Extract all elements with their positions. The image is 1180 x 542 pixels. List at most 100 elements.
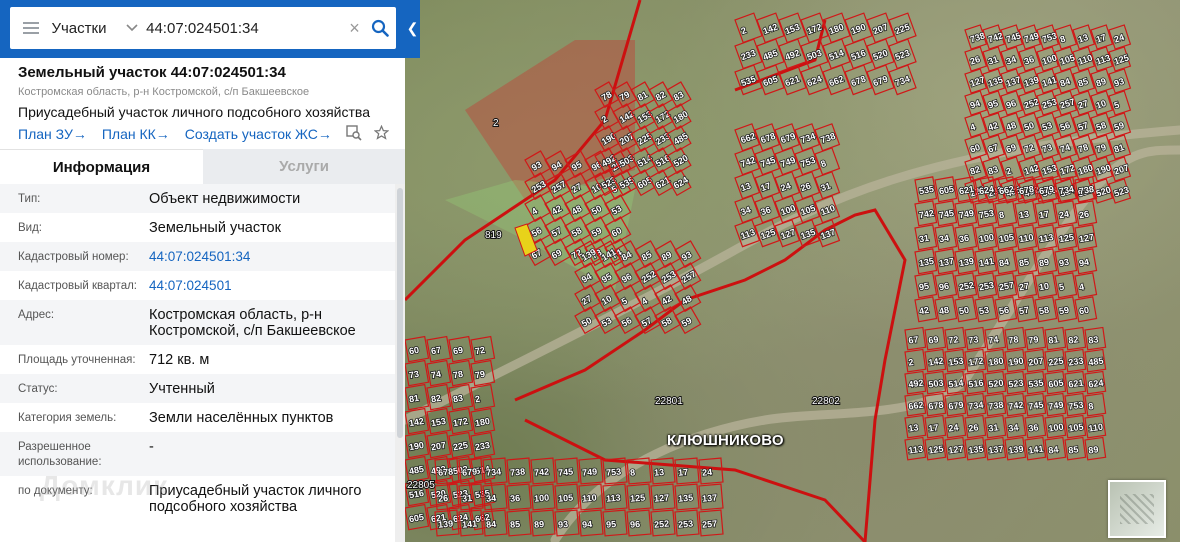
land-parcel[interactable]: 89 xyxy=(1084,436,1107,461)
land-parcel[interactable]: 734 xyxy=(964,392,987,417)
land-parcel[interactable]: 105 xyxy=(1064,414,1087,439)
land-parcel[interactable]: 125 xyxy=(924,436,947,461)
land-parcel[interactable]: 679 xyxy=(866,64,895,96)
land-parcel[interactable]: 257 xyxy=(698,509,724,537)
land-parcel[interactable]: 753 xyxy=(794,147,821,176)
land-parcel[interactable]: 34 xyxy=(934,224,958,251)
land-parcel[interactable]: 4 xyxy=(964,112,988,138)
land-parcel[interactable]: 89 xyxy=(1090,68,1114,94)
land-parcel[interactable]: 678 xyxy=(754,123,781,152)
land-parcel[interactable]: 8 xyxy=(994,200,1018,227)
land-parcel[interactable]: 58 xyxy=(1034,296,1058,323)
land-parcel[interactable]: 738 xyxy=(984,392,1007,417)
land-parcel[interactable]: 738 xyxy=(964,24,988,50)
search-input[interactable] xyxy=(142,19,346,37)
land-parcel[interactable]: 749 xyxy=(954,200,978,227)
land-parcel[interactable]: 190 xyxy=(844,12,873,44)
land-parcel[interactable]: 42 xyxy=(914,296,938,323)
land-parcel[interactable]: 13 xyxy=(904,414,927,439)
land-parcel[interactable]: 100 xyxy=(1044,414,1067,439)
land-parcel[interactable]: 141 xyxy=(974,248,998,275)
land-parcel[interactable]: 84 xyxy=(994,248,1018,275)
land-parcel[interactable]: 2 xyxy=(734,12,763,44)
land-parcel[interactable]: 31 xyxy=(984,414,1007,439)
land-parcel[interactable]: 50 xyxy=(954,296,978,323)
land-parcel[interactable]: 137 xyxy=(934,248,958,275)
land-parcel[interactable]: 233 xyxy=(734,38,763,70)
land-parcel[interactable]: 738 xyxy=(814,123,841,152)
land-parcel[interactable]: 93 xyxy=(674,240,702,269)
land-parcel[interactable]: 5 xyxy=(1108,90,1132,116)
land-parcel[interactable]: 742 xyxy=(982,24,1006,50)
land-parcel[interactable]: 83 xyxy=(1084,326,1107,351)
land-parcel[interactable]: 78 xyxy=(1004,326,1027,351)
land-parcel[interactable]: 17 xyxy=(1090,24,1114,50)
land-parcel[interactable]: 734 xyxy=(794,123,821,152)
land-parcel[interactable]: 137 xyxy=(698,483,724,511)
land-parcel[interactable]: 662 xyxy=(904,392,927,417)
land-parcel[interactable]: 60 xyxy=(1074,296,1098,323)
land-parcel[interactable]: 26 xyxy=(964,46,988,72)
land-parcel[interactable]: 734 xyxy=(888,64,917,96)
land-parcel[interactable]: 31 xyxy=(814,171,841,200)
land-parcel[interactable]: 4 xyxy=(1074,272,1098,299)
land-parcel[interactable]: 8 xyxy=(814,147,841,176)
land-parcel[interactable]: 139 xyxy=(1018,68,1042,94)
land-parcel[interactable]: 93 xyxy=(1108,68,1132,94)
land-parcel[interactable]: 79 xyxy=(1024,326,1047,351)
favorite-star-icon[interactable] xyxy=(373,124,390,145)
land-parcel[interactable]: 125 xyxy=(626,483,652,511)
land-parcel[interactable]: 13 xyxy=(1072,24,1096,50)
land-parcel[interactable]: 624 xyxy=(800,64,829,96)
land-parcel[interactable]: 67 xyxy=(426,335,452,363)
land-parcel[interactable]: 53 xyxy=(974,296,998,323)
land-parcel[interactable]: 110 xyxy=(1014,224,1038,251)
land-parcel[interactable]: 253 xyxy=(1036,90,1060,116)
land-parcel[interactable]: 36 xyxy=(1024,414,1047,439)
land-parcel[interactable]: 749 xyxy=(578,457,604,485)
land-parcel[interactable]: 13 xyxy=(1014,200,1038,227)
land-parcel[interactable]: 24 xyxy=(774,171,801,200)
land-parcel[interactable]: 94 xyxy=(578,509,604,537)
land-parcel[interactable]: 135 xyxy=(674,483,700,511)
land-parcel[interactable]: 48 xyxy=(1000,112,1024,138)
land-parcel[interactable]: 523 xyxy=(1108,178,1132,204)
land-parcel[interactable]: 742 xyxy=(914,200,938,227)
land-parcel[interactable]: 100 xyxy=(1036,46,1060,72)
land-parcel[interactable]: 621 xyxy=(1064,370,1087,395)
info-row-link[interactable]: 44:07:024501:34 xyxy=(149,248,395,265)
land-parcel[interactable]: 59 xyxy=(1054,296,1078,323)
land-parcel[interactable]: 69 xyxy=(448,335,474,363)
land-parcel[interactable]: 252 xyxy=(1018,90,1042,116)
land-parcel[interactable]: 17 xyxy=(754,171,781,200)
land-parcel[interactable]: 26 xyxy=(794,171,821,200)
land-parcel[interactable]: 678 xyxy=(844,64,873,96)
land-parcel[interactable]: 190 xyxy=(405,431,430,459)
land-parcel[interactable]: 135 xyxy=(914,248,938,275)
land-parcel[interactable]: 738 xyxy=(506,457,532,485)
land-parcel[interactable]: 139 xyxy=(1004,436,1027,461)
land-parcel[interactable]: 225 xyxy=(1044,348,1067,373)
land-parcel[interactable]: 36 xyxy=(954,224,978,251)
land-parcel[interactable]: 180 xyxy=(470,407,496,435)
land-parcel[interactable]: 662 xyxy=(734,123,761,152)
land-parcel[interactable]: 142 xyxy=(924,348,947,373)
panel-scrollbar[interactable] xyxy=(395,184,405,542)
land-parcel[interactable]: 10 xyxy=(1090,90,1114,116)
land-parcel[interactable]: 252 xyxy=(650,509,676,537)
land-parcel[interactable]: 749 xyxy=(1044,392,1067,417)
land-parcel[interactable]: 742 xyxy=(734,147,761,176)
land-parcel[interactable]: 190 xyxy=(1004,348,1027,373)
land-parcel[interactable]: 2 xyxy=(904,348,927,373)
land-parcel[interactable]: 624 xyxy=(1084,370,1107,395)
land-parcel[interactable]: 67 xyxy=(904,326,927,351)
land-parcel[interactable]: 749 xyxy=(1018,24,1042,50)
land-parcel[interactable]: 48 xyxy=(934,296,958,323)
land-parcel[interactable]: 535 xyxy=(1024,370,1047,395)
land-parcel[interactable]: 753 xyxy=(974,200,998,227)
land-parcel[interactable]: 141 xyxy=(1024,436,1047,461)
land-parcel[interactable]: 96 xyxy=(626,509,652,537)
land-parcel[interactable]: 96 xyxy=(1000,90,1024,116)
land-parcel[interactable]: 17 xyxy=(1034,200,1058,227)
land-parcel[interactable]: 84 xyxy=(1044,436,1067,461)
